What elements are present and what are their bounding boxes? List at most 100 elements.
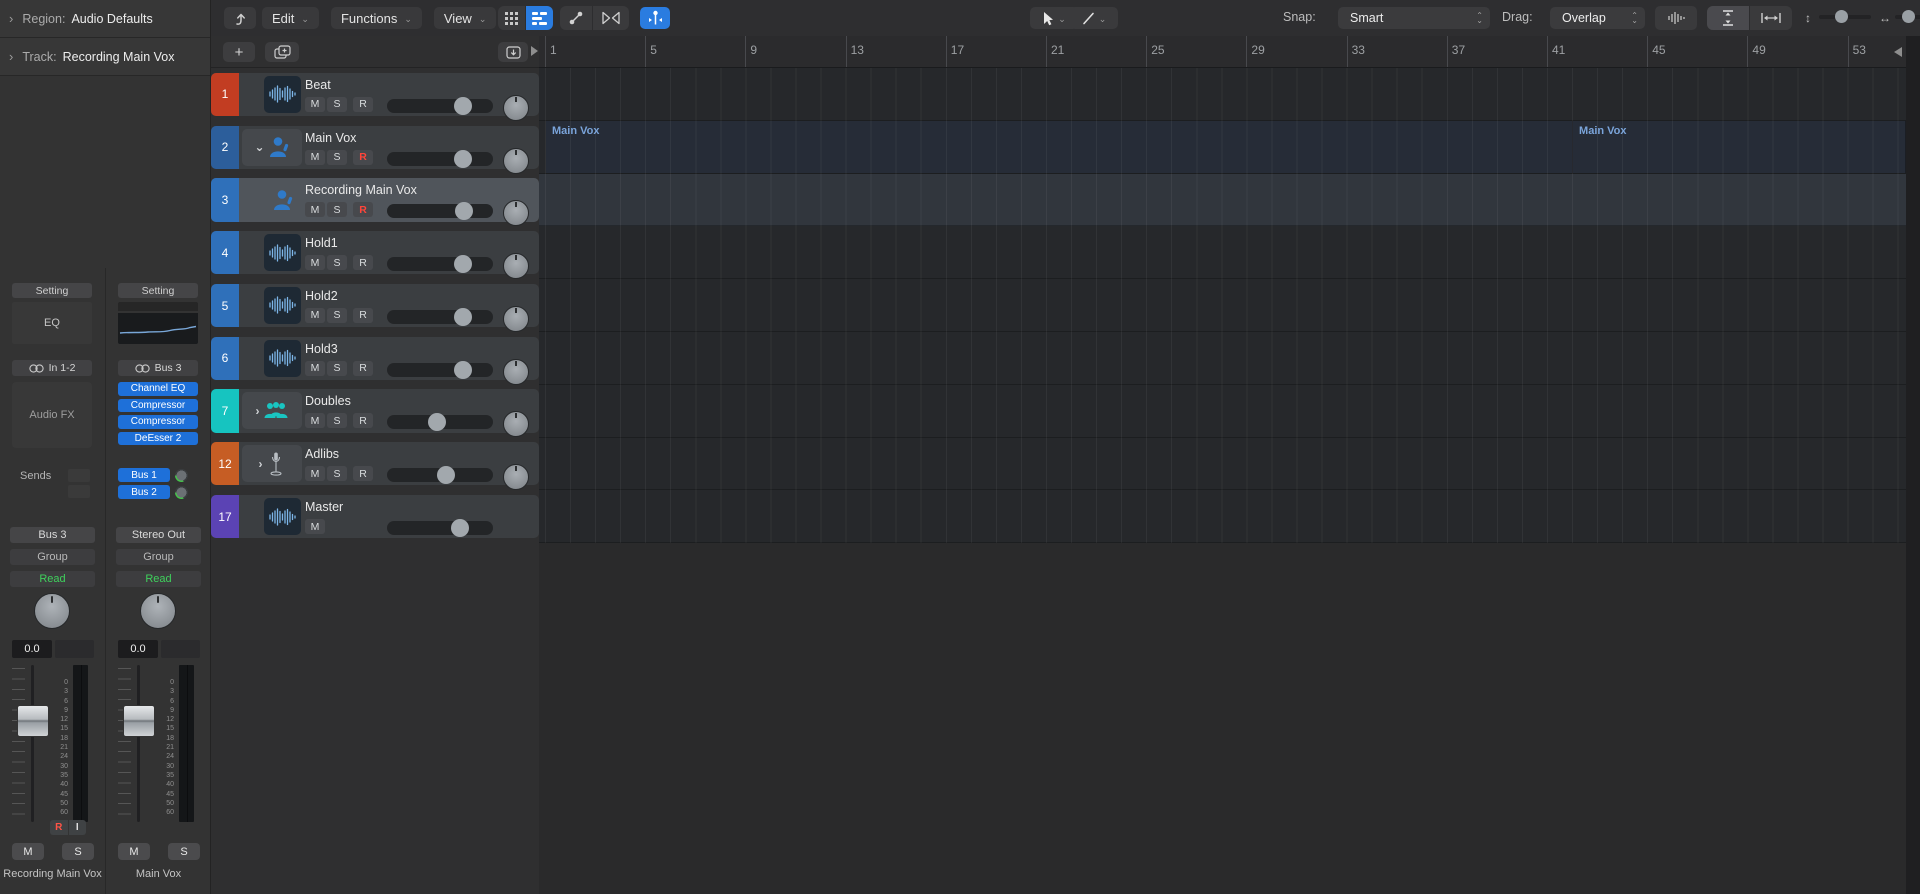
nudge-up-button[interactable] <box>224 7 256 29</box>
track-icon-box[interactable] <box>264 181 301 218</box>
tracks-view-button[interactable] <box>525 6 553 30</box>
group-slot[interactable]: Group <box>116 549 201 565</box>
mute-button[interactable]: M <box>305 149 325 165</box>
volume-slider-thumb[interactable] <box>437 466 456 485</box>
menu-button[interactable]: Edit ⌄ <box>262 7 319 29</box>
track-pan-knob[interactable] <box>503 200 529 227</box>
track-name[interactable]: Doubles <box>305 394 351 408</box>
empty-send-slot[interactable] <box>68 469 90 482</box>
group-slot[interactable]: Group <box>10 549 95 565</box>
track-number[interactable]: 1 <box>211 72 239 116</box>
region-disclosure-icon[interactable]: › <box>9 11 13 26</box>
record-enable-button[interactable]: R <box>353 96 373 112</box>
disclosure-chevron-icon[interactable] <box>256 404 260 418</box>
menu-button[interactable]: Functions ⌄ <box>330 7 422 29</box>
track-number[interactable]: 4 <box>211 231 239 275</box>
pan-knob[interactable] <box>34 593 70 629</box>
fader-cap[interactable] <box>123 705 155 737</box>
grid-view-button[interactable] <box>498 6 525 30</box>
track-name[interactable]: Main Vox <box>305 131 356 145</box>
region-inspector-row[interactable]: › Region: Audio Defaults <box>0 0 210 38</box>
audio-fx-slot[interactable]: Audio FX <box>12 382 92 448</box>
record-enable-button[interactable]: R <box>353 307 373 323</box>
vertical-auto-zoom-button[interactable] <box>1707 6 1749 30</box>
send-level-knob[interactable] <box>175 468 188 482</box>
track-header[interactable]: 17 Master M <box>211 495 539 539</box>
solo-button[interactable]: S <box>327 413 347 429</box>
eq-placeholder[interactable]: EQ <box>12 302 92 344</box>
track-icon-box[interactable] <box>264 234 301 272</box>
setting-button[interactable]: Setting <box>118 283 198 298</box>
track-volume-slider[interactable] <box>387 202 493 221</box>
record-enable-button[interactable]: R <box>353 413 373 429</box>
mute-button[interactable]: M <box>305 307 325 323</box>
mute-button[interactable]: M <box>305 466 325 482</box>
mute-button[interactable]: M <box>305 96 325 112</box>
track-number[interactable]: 12 <box>211 442 239 486</box>
expand-right-icon[interactable] <box>531 46 538 56</box>
track-pan-knob[interactable] <box>503 305 529 332</box>
track-name[interactable]: Recording Main Vox <box>305 183 417 197</box>
track-inspector-row[interactable]: › Track: Recording Main Vox <box>0 38 210 76</box>
track-icon-box[interactable] <box>264 498 301 536</box>
plugin-button[interactable]: Compressor <box>118 415 198 429</box>
record-enable-button[interactable]: R <box>353 202 373 218</box>
input-slot[interactable]: In 1-2 <box>12 360 92 376</box>
volume-slider-thumb[interactable] <box>454 255 473 274</box>
eq-display[interactable]: EQ <box>12 302 92 344</box>
track-header[interactable]: 4 Hold1 M S R <box>211 231 539 280</box>
volume-slider-thumb[interactable] <box>454 307 473 326</box>
track-header[interactable]: 2 ⌄ Main Vox M S R <box>211 125 539 174</box>
track-volume-slider[interactable] <box>387 413 493 432</box>
track-icon-box[interactable] <box>242 445 302 483</box>
volume-value[interactable]: 0.0 <box>118 640 158 658</box>
track-lane[interactable] <box>539 173 1906 227</box>
disclosure-chevron-icon[interactable] <box>254 140 264 154</box>
track-icon-box[interactable] <box>264 75 301 113</box>
disclosure-chevron-icon[interactable] <box>259 457 263 471</box>
fader-cap[interactable] <box>17 705 49 737</box>
track-number[interactable]: 5 <box>211 283 239 328</box>
send-bus-button[interactable]: Bus 1 <box>118 468 170 482</box>
automation-button[interactable] <box>560 6 592 30</box>
automation-mode-button[interactable]: Read <box>10 571 95 587</box>
snap-dropdown[interactable]: Smart ⌃ ⌄ <box>1338 7 1490 29</box>
setting-button[interactable]: Setting <box>12 283 92 298</box>
vertical-zoom-slider[interactable] <box>1819 10 1871 23</box>
input-monitoring-button[interactable]: I <box>68 820 86 835</box>
volume-slider-thumb[interactable] <box>455 202 474 221</box>
track-name[interactable]: Hold3 <box>305 342 338 356</box>
track-volume-slider[interactable] <box>387 255 493 274</box>
mute-button[interactable]: M <box>118 843 150 860</box>
track-volume-slider[interactable] <box>387 307 493 326</box>
send-bus-button[interactable]: Bus 2 <box>118 485 170 499</box>
horizontal-zoom-slider-thumb[interactable] <box>1902 10 1915 23</box>
track-number[interactable]: 17 <box>211 495 239 539</box>
track-name[interactable]: Adlibs <box>305 447 339 461</box>
track-header[interactable]: 3 Recording Main Vox M S R <box>211 178 539 227</box>
solo-button[interactable]: S <box>327 96 347 112</box>
track-lane[interactable] <box>539 384 1906 438</box>
track-name[interactable]: Hold2 <box>305 289 338 303</box>
record-enable-button[interactable]: R <box>353 360 373 376</box>
track-volume-slider[interactable] <box>387 149 493 168</box>
solo-button[interactable]: S <box>327 360 347 376</box>
flex-button[interactable] <box>592 6 629 30</box>
volume-slider-thumb[interactable] <box>454 96 473 115</box>
plugin-button[interactable]: Channel EQ <box>118 382 198 396</box>
track-icon-box[interactable] <box>242 392 302 430</box>
track-pan-knob[interactable] <box>503 147 529 174</box>
track-disclosure-icon[interactable]: › <box>9 49 13 64</box>
vertical-zoom-slider-thumb[interactable] <box>1835 10 1848 23</box>
add-track-button[interactable]: + <box>223 42 255 62</box>
track-pan-knob[interactable] <box>503 358 529 385</box>
solo-button[interactable]: S <box>327 202 347 218</box>
track-header[interactable]: 1 Beat M S R <box>211 72 539 121</box>
menu-button[interactable]: View ⌄ <box>433 7 497 29</box>
track-volume-slider[interactable] <box>387 96 493 115</box>
record-enable-button[interactable]: R <box>353 466 373 482</box>
mute-button[interactable]: M <box>305 413 325 429</box>
plugin-button[interactable]: DeEsser 2 <box>118 431 198 445</box>
send-level-knob[interactable] <box>175 485 188 499</box>
track-name[interactable]: Hold1 <box>305 236 338 250</box>
